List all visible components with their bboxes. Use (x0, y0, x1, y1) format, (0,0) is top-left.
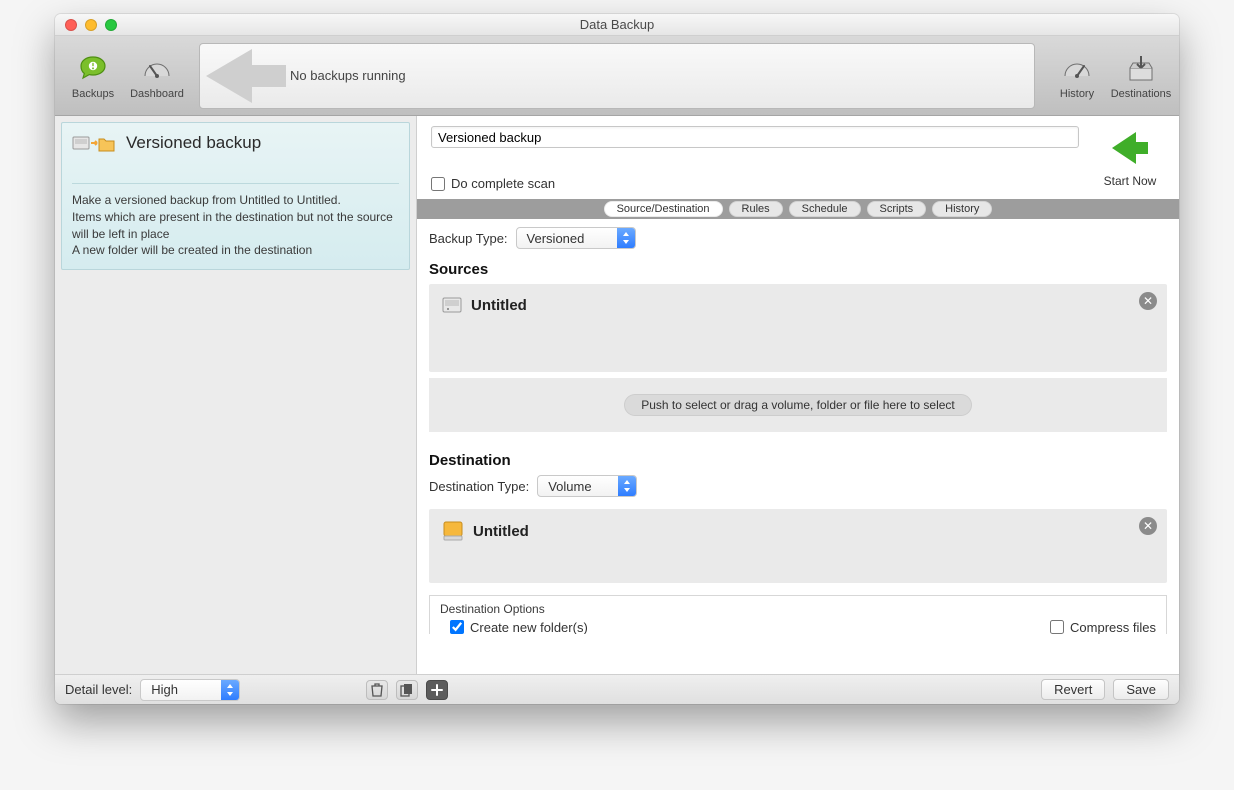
backup-type-label: Backup Type: (429, 231, 508, 246)
internal-drive-icon (441, 294, 463, 316)
toolbar-destinations-label: Destinations (1111, 88, 1172, 100)
close-icon: ✕ (1143, 519, 1153, 533)
complete-scan-row[interactable]: Do complete scan (431, 176, 1079, 191)
source-name: Untitled (471, 297, 527, 314)
chevron-updown-icon (618, 476, 636, 496)
destination-heading: Destination (429, 452, 1167, 469)
external-drive-icon (441, 519, 465, 543)
main-panel: Do complete scan Start Now Source/Destin… (417, 116, 1179, 674)
destination-type-label: Destination Type: (429, 479, 529, 494)
source-drop-hint-button[interactable]: Push to select or drag a volume, folder … (624, 394, 972, 416)
destination-well: Untitled ✕ (429, 509, 1167, 583)
chevron-updown-icon (221, 680, 239, 700)
toolbar-destinations-button[interactable]: Destinations (1113, 52, 1169, 100)
tab-rules[interactable]: Rules (729, 201, 783, 217)
chevron-updown-icon (617, 228, 635, 248)
complete-scan-checkbox[interactable] (431, 177, 445, 191)
speech-bubble-icon (76, 52, 110, 86)
source-well: Untitled ✕ (429, 284, 1167, 372)
backup-type-value: Versioned (517, 228, 617, 248)
trash-icon (371, 683, 383, 697)
toolbar-backups-label: Backups (72, 88, 114, 100)
create-folder-checkbox[interactable] (450, 620, 464, 634)
create-folder-label: Create new folder(s) (470, 620, 588, 635)
toolbar-history-button[interactable]: History (1049, 52, 1105, 100)
create-folder-row[interactable]: Create new folder(s) (450, 620, 588, 635)
app-window: Data Backup Backups Dashboard No backups… (55, 14, 1179, 704)
sidebar-desc-line: Items which are present in the destinati… (72, 209, 399, 243)
backup-type-select[interactable]: Versioned (516, 227, 636, 249)
backup-name-input[interactable] (431, 126, 1079, 148)
tab-scripts[interactable]: Scripts (867, 201, 927, 217)
drive-to-folder-icon (72, 131, 116, 155)
start-now-label: Start Now (1104, 174, 1157, 188)
status-panel: No backups running (199, 43, 1035, 109)
detail-level-label: Detail level: (65, 682, 132, 697)
detail-level-select[interactable]: High (140, 679, 240, 701)
box-arrow-icon (1124, 52, 1158, 86)
duplicate-button[interactable] (396, 680, 418, 700)
sidebar-desc-line: A new folder will be created in the dest… (72, 242, 399, 259)
tab-schedule[interactable]: Schedule (789, 201, 861, 217)
remove-destination-button[interactable]: ✕ (1139, 517, 1157, 535)
add-button[interactable] (426, 680, 448, 700)
sources-heading: Sources (429, 261, 1167, 278)
compress-files-checkbox[interactable] (1050, 620, 1064, 634)
toolbar-dashboard-label: Dashboard (130, 88, 184, 100)
sidebar-desc-line: Make a versioned backup from Untitled to… (72, 192, 399, 209)
sidebar-item-description: Make a versioned backup from Untitled to… (72, 183, 399, 259)
copy-icon (400, 683, 414, 697)
titlebar: Data Backup (55, 14, 1179, 36)
bottom-bar: Detail level: High Revert Save (55, 674, 1179, 704)
config-area: Backup Type: Versioned Sources Unt (417, 219, 1179, 674)
revert-button[interactable]: Revert (1041, 679, 1105, 700)
compress-files-label: Compress files (1070, 620, 1156, 635)
tab-source-destination[interactable]: Source/Destination (604, 201, 723, 217)
sidebar-backup-item[interactable]: Versioned backup Make a versioned backup… (61, 122, 410, 270)
save-button[interactable]: Save (1113, 679, 1169, 700)
start-now-button[interactable]: Start Now (1095, 126, 1165, 188)
sidebar: Versioned backup Make a versioned backup… (55, 116, 417, 674)
destination-type-select[interactable]: Volume (537, 475, 637, 497)
tab-history[interactable]: History (932, 201, 992, 217)
toolbar-history-label: History (1060, 88, 1094, 100)
status-arrow-icon (200, 44, 290, 108)
gauge-history-icon (1060, 52, 1094, 86)
close-icon: ✕ (1143, 294, 1153, 308)
detail-level-value: High (141, 680, 221, 700)
tab-bar: Source/Destination Rules Schedule Script… (417, 199, 1179, 219)
toolbar-dashboard-button[interactable]: Dashboard (129, 52, 185, 100)
toolbar: Backups Dashboard No backups running His… (55, 36, 1179, 116)
sidebar-item-title: Versioned backup (126, 133, 261, 153)
remove-source-button[interactable]: ✕ (1139, 292, 1157, 310)
gauge-icon (140, 52, 174, 86)
destination-name: Untitled (473, 523, 529, 540)
plus-icon (431, 684, 443, 696)
start-arrow-icon (1108, 126, 1152, 170)
complete-scan-label: Do complete scan (451, 176, 555, 191)
window-title: Data Backup (55, 17, 1179, 32)
destination-options-heading: Destination Options (430, 596, 1166, 618)
toolbar-backups-button[interactable]: Backups (65, 52, 121, 100)
source-drop-zone[interactable]: Push to select or drag a volume, folder … (429, 378, 1167, 432)
delete-button[interactable] (366, 680, 388, 700)
destination-type-value: Volume (538, 476, 618, 496)
destination-options: Destination Options Create new folder(s)… (429, 595, 1167, 634)
status-text: No backups running (290, 68, 406, 83)
compress-files-row[interactable]: Compress files (1050, 620, 1156, 635)
